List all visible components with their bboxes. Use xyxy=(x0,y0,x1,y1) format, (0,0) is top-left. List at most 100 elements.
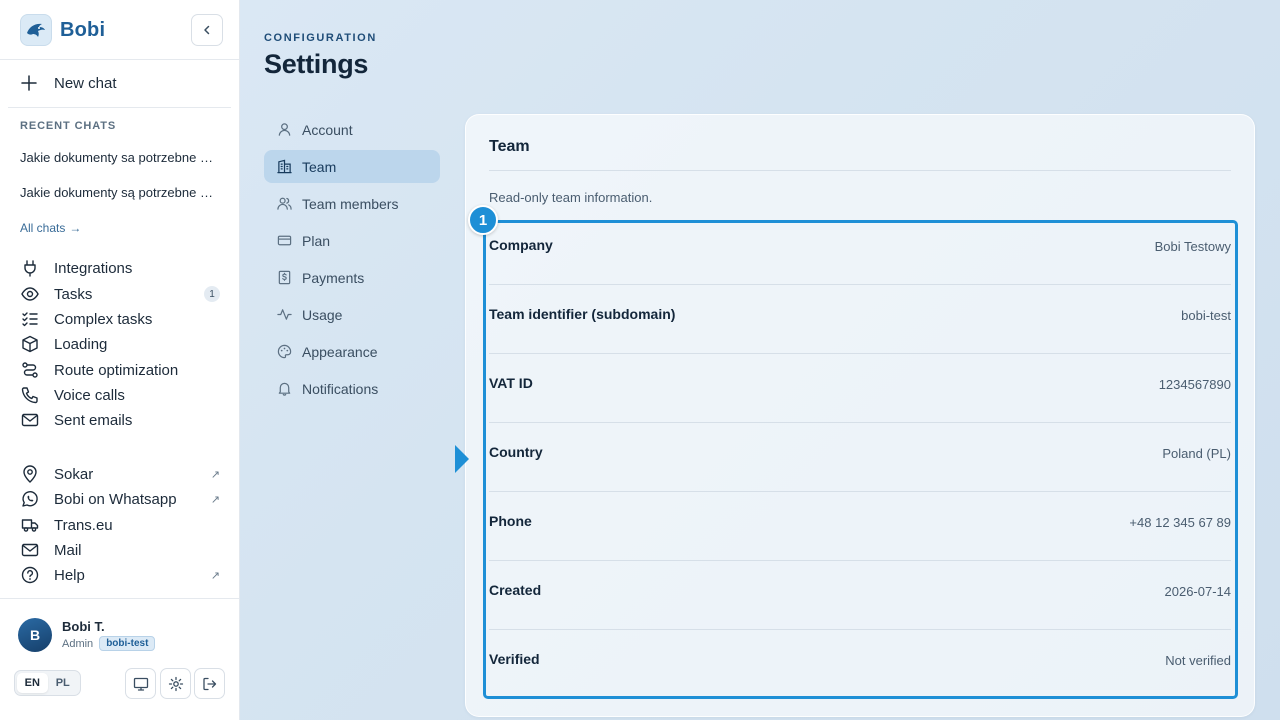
external-link-icon: ↗ xyxy=(210,493,220,506)
sidebar-item-sent-emails[interactable]: Sent emails xyxy=(20,409,220,431)
language-pl-button[interactable]: PL xyxy=(48,673,79,693)
highlight-number-badge: 1 xyxy=(468,205,498,235)
sidebar-item-label: Trans.eu xyxy=(54,516,113,534)
all-chats-label: All chats xyxy=(20,221,66,235)
team-badge: bobi-test xyxy=(99,636,156,651)
plug-icon xyxy=(20,258,40,278)
divider xyxy=(8,107,231,108)
sidebar-link-mail[interactable]: Mail xyxy=(20,539,220,561)
sidebar-item-label: Integrations xyxy=(54,259,133,277)
user-role: Admin xyxy=(62,637,94,650)
collapse-sidebar-button[interactable] xyxy=(191,14,223,46)
help-icon xyxy=(20,565,40,585)
sidebar-item-route-optimization[interactable]: Route optimization xyxy=(20,359,220,381)
language-en-button[interactable]: EN xyxy=(17,673,48,693)
bobi-logo-icon xyxy=(20,14,52,46)
sidebar-item-label: Help xyxy=(54,566,85,584)
settings-tab-label: Plan xyxy=(302,232,331,249)
sidebar-item-label: Route optimization xyxy=(54,361,179,379)
divider xyxy=(0,59,239,60)
logout-icon xyxy=(202,677,216,690)
sidebar-item-label: Sent emails xyxy=(54,411,133,429)
card-title: Team xyxy=(489,138,530,155)
sidebar-item-label: Loading xyxy=(54,335,108,353)
sidebar-item-tasks[interactable]: Tasks 1 xyxy=(20,283,220,305)
checklist-icon xyxy=(20,309,40,329)
card-subtitle: Read-only team information. xyxy=(489,190,653,205)
new-chat-label: New chat xyxy=(54,74,117,92)
settings-button[interactable] xyxy=(160,668,191,699)
truck-icon xyxy=(20,515,40,535)
user-profile[interactable]: B Bobi T. Admin bobi-test xyxy=(18,618,156,652)
new-chat-button[interactable]: New chat xyxy=(20,72,117,94)
highlight-box xyxy=(483,220,1238,699)
settings-tab-team[interactable]: Team xyxy=(264,150,440,183)
route-icon xyxy=(20,360,40,380)
divider xyxy=(489,170,1231,171)
page-eyebrow: CONFIGURATION xyxy=(264,32,377,44)
all-chats-link[interactable]: All chats → xyxy=(20,221,81,235)
plus-icon xyxy=(21,75,37,91)
recent-chat-item[interactable]: Jakie dokumenty sa potrzebne do... xyxy=(20,150,220,165)
sidebar-link-whatsapp[interactable]: Bobi on Whatsapp ↗ xyxy=(20,488,220,510)
sidebar-link-trans-eu[interactable]: Trans.eu xyxy=(20,514,220,536)
settings-tab-team-members[interactable]: Team members xyxy=(264,187,440,220)
sidebar-item-label: Mail xyxy=(54,541,82,559)
external-link-icon: ↗ xyxy=(210,468,220,481)
settings-tab-payments[interactable]: Payments xyxy=(264,261,440,294)
phone-icon xyxy=(20,385,40,405)
display-button[interactable] xyxy=(125,668,156,699)
bell-icon xyxy=(276,381,292,397)
external-link-icon: ↗ xyxy=(210,569,220,582)
brand-name: Bobi xyxy=(60,18,106,41)
settings-tab-plan[interactable]: Plan xyxy=(264,224,440,257)
whatsapp-icon xyxy=(20,489,40,509)
settings-tab-notifications[interactable]: Notifications xyxy=(264,372,440,405)
settings-tab-label: Team xyxy=(302,158,337,175)
sidebar-item-voice-calls[interactable]: Voice calls xyxy=(20,384,220,406)
divider xyxy=(0,598,239,599)
sidebar-item-label: Voice calls xyxy=(54,386,125,404)
logout-button[interactable] xyxy=(194,668,225,699)
brand[interactable]: Bobi xyxy=(20,14,105,46)
sidebar-link-help[interactable]: Help ↗ xyxy=(20,564,220,586)
dollar-receipt-icon xyxy=(276,270,292,286)
settings-tab-label: Notifications xyxy=(302,380,379,397)
chevron-left-icon xyxy=(204,25,210,35)
sidebar-item-label: Sokar xyxy=(54,465,94,483)
mail-icon xyxy=(20,540,40,560)
mail-icon xyxy=(20,410,40,430)
package-icon xyxy=(20,334,40,354)
user-icon xyxy=(276,122,292,138)
recent-chat-item[interactable]: Jakie dokumenty są potrzebne do... xyxy=(20,185,220,200)
settings-tab-label: Account xyxy=(302,121,353,138)
settings-tab-account[interactable]: Account xyxy=(264,113,440,146)
monitor-icon xyxy=(133,677,148,691)
sidebar-item-label: Complex tasks xyxy=(54,310,153,328)
settings-tab-usage[interactable]: Usage xyxy=(264,298,440,331)
settings-tab-label: Usage xyxy=(302,306,343,323)
sidebar: Bobi New chat RECENT CHATS Jakie dokumen… xyxy=(0,0,240,720)
location-icon xyxy=(20,464,40,484)
sidebar-item-loading[interactable]: Loading xyxy=(20,333,220,355)
arrow-right-icon: → xyxy=(69,221,82,235)
gear-icon xyxy=(168,676,183,691)
sidebar-item-label: Tasks xyxy=(54,285,93,303)
sidebar-item-integrations[interactable]: Integrations xyxy=(20,257,220,279)
settings-tab-label: Team members xyxy=(302,195,399,212)
users-icon xyxy=(276,196,292,212)
sidebar-link-sokar[interactable]: Sokar ↗ xyxy=(20,463,220,485)
palette-icon xyxy=(276,344,292,360)
sidebar-item-complex-tasks[interactable]: Complex tasks xyxy=(20,308,220,330)
page-title: Settings xyxy=(264,49,369,79)
sidebar-item-label: Bobi on Whatsapp xyxy=(54,490,177,508)
settings-tab-appearance[interactable]: Appearance xyxy=(264,335,440,368)
building-icon xyxy=(276,159,292,175)
avatar: B xyxy=(18,618,52,652)
tasks-count-badge: 1 xyxy=(204,286,220,302)
pointer-arrow-icon xyxy=(455,445,469,473)
settings-tab-label: Appearance xyxy=(302,343,378,360)
eye-icon xyxy=(20,284,40,304)
user-name: Bobi T. xyxy=(62,619,105,634)
language-switch: EN PL xyxy=(14,670,81,696)
